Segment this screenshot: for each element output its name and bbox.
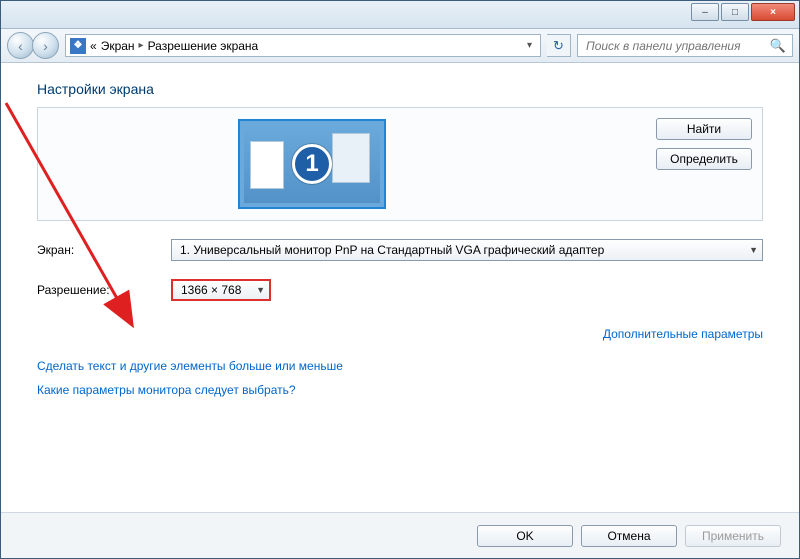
- apply-button[interactable]: Применить: [685, 525, 781, 547]
- text-size-link[interactable]: Сделать текст и другие элементы больше и…: [37, 359, 763, 373]
- window-preview-icon: [332, 133, 370, 183]
- resolution-dropdown-value: 1366 × 768: [181, 283, 241, 297]
- breadcrumb-item-resolution[interactable]: Разрешение экрана: [148, 39, 259, 53]
- resolution-dropdown[interactable]: 1366 × 768 ▼: [171, 279, 271, 301]
- help-links: Сделать текст и другие элементы больше и…: [37, 359, 763, 397]
- monitor-preview-panel: 1 Найти Определить: [37, 107, 763, 221]
- cancel-button[interactable]: Отмена: [581, 525, 677, 547]
- close-button[interactable]: ×: [751, 3, 795, 21]
- screen-dropdown-value: 1. Универсальный монитор PnP на Стандарт…: [180, 243, 604, 257]
- advanced-link-row: Дополнительные параметры: [37, 327, 763, 341]
- chevron-down-icon: ▼: [248, 285, 265, 295]
- screen-row: Экран: 1. Универсальный монитор PnP на С…: [37, 239, 763, 261]
- window: – □ × ‹ › ❖ « Экран ▸ Разрешение экрана …: [0, 0, 800, 559]
- detect-buttons: Найти Определить: [656, 118, 752, 170]
- chevron-right-icon: ▸: [139, 40, 144, 51]
- navbar: ‹ › ❖ « Экран ▸ Разрешение экрана ▾ ↻ 🔍: [1, 29, 799, 63]
- resolution-row: Разрешение: 1366 × 768 ▼: [37, 279, 763, 301]
- chevron-down-icon: ▼: [741, 245, 758, 255]
- button-bar: OK Отмена Применить: [1, 512, 799, 558]
- page-title: Настройки экрана: [37, 81, 763, 97]
- titlebar: – □ ×: [1, 1, 799, 29]
- window-preview-icon: [250, 141, 284, 189]
- which-settings-link[interactable]: Какие параметры монитора следует выбрать…: [37, 383, 763, 397]
- screen-dropdown[interactable]: 1. Универсальный монитор PnP на Стандарт…: [171, 239, 763, 261]
- breadcrumb-prefix: «: [90, 39, 97, 53]
- monitor-thumbnail[interactable]: 1: [238, 119, 386, 209]
- search-bar[interactable]: 🔍: [577, 34, 793, 57]
- ok-button[interactable]: OK: [477, 525, 573, 547]
- search-icon[interactable]: 🔍: [770, 38, 786, 54]
- breadcrumb-item-screen[interactable]: Экран: [101, 39, 135, 53]
- address-bar[interactable]: ❖ « Экран ▸ Разрешение экрана ▾: [65, 34, 541, 57]
- find-button[interactable]: Найти: [656, 118, 752, 140]
- forward-button[interactable]: ›: [32, 32, 59, 59]
- maximize-button[interactable]: □: [721, 3, 749, 21]
- search-input[interactable]: [584, 38, 770, 54]
- detect-button[interactable]: Определить: [656, 148, 752, 170]
- resolution-label: Разрешение:: [37, 283, 153, 297]
- back-button[interactable]: ‹: [7, 32, 34, 59]
- minimize-button[interactable]: –: [691, 3, 719, 21]
- control-panel-icon: ❖: [70, 38, 86, 54]
- nav-buttons: ‹ ›: [7, 32, 59, 59]
- monitor-number-badge: 1: [292, 144, 332, 184]
- content-area: Настройки экрана 1 Найти Определить Экра…: [1, 63, 799, 512]
- screen-label: Экран:: [37, 243, 153, 257]
- refresh-button[interactable]: ↻: [547, 34, 571, 57]
- advanced-settings-link[interactable]: Дополнительные параметры: [603, 327, 763, 341]
- address-dropdown-icon[interactable]: ▾: [523, 40, 536, 51]
